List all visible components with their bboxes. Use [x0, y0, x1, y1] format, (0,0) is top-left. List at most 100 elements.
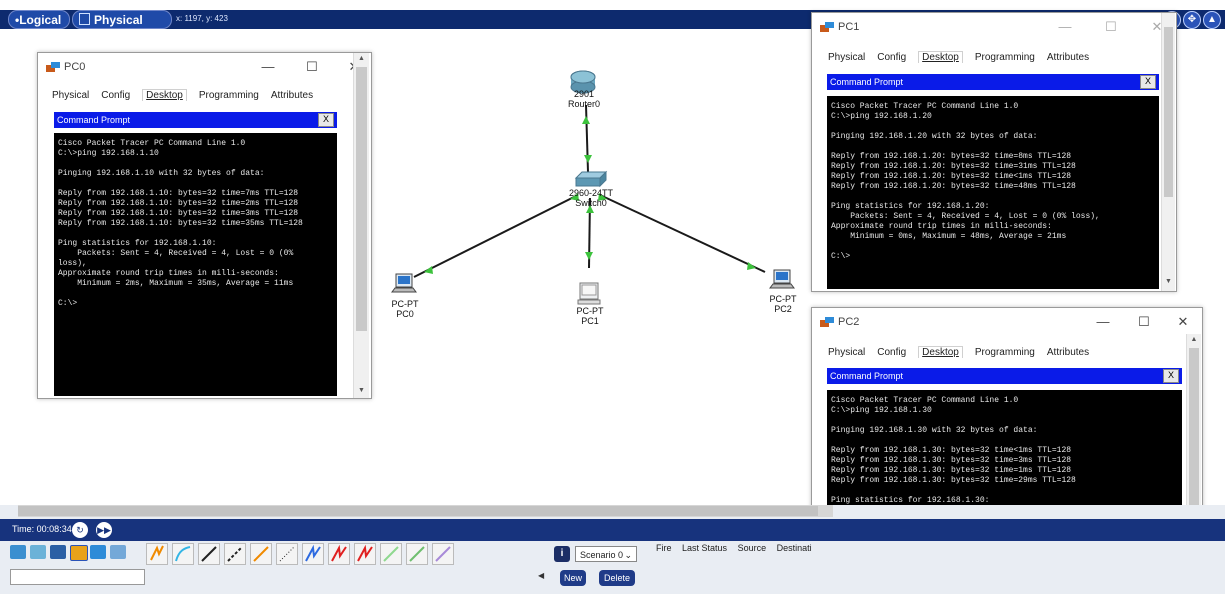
power-cycle-icon[interactable]: ↻ [72, 522, 88, 538]
cmd-close-button[interactable]: X [1140, 75, 1156, 89]
scroll-thumb[interactable] [1189, 348, 1199, 508]
scroll-left-icon[interactable]: ◀ [538, 571, 544, 580]
router0-node[interactable]: 2901 Router0 [568, 70, 600, 109]
pc0-name: PC0 [396, 309, 414, 319]
chevron-down-icon: ⌄ [624, 550, 632, 560]
cmd-close-button[interactable]: X [1163, 369, 1179, 383]
multiuser-icon[interactable] [110, 545, 126, 559]
tab-programming[interactable]: Programming [975, 52, 1035, 63]
pc0-window: PC0 — ☐ ✕ Physical Config Desktop Programmi… [37, 52, 372, 399]
close-button[interactable]: ✕ [1172, 314, 1194, 330]
cmd-title: Command Prompt [830, 77, 904, 87]
tab-physical[interactable]: Physical [828, 347, 865, 358]
workspace-hscrollbar[interactable] [18, 505, 833, 517]
tab-config[interactable]: Config [101, 90, 130, 101]
switch-name: Switch0 [575, 198, 607, 208]
tab-desktop[interactable]: Desktop [142, 89, 187, 101]
components-icon[interactable] [50, 545, 66, 559]
delete-scenario-button[interactable]: Delete [599, 570, 635, 586]
maximize-button[interactable]: ☐ [1100, 19, 1122, 35]
tab-physical[interactable]: Physical [828, 52, 865, 63]
info-icon[interactable]: i [554, 546, 570, 562]
misc-icon[interactable] [90, 545, 106, 559]
pc0-model: PC-PT [392, 299, 420, 309]
pc2-node[interactable]: PC-PT PC2 [769, 269, 798, 314]
phone-cable-icon[interactable] [276, 543, 298, 565]
tab-config[interactable]: Config [877, 52, 906, 63]
cmd-title: Command Prompt [830, 371, 904, 381]
fiber-cable-icon[interactable] [250, 543, 272, 565]
hscroll-thumb[interactable] [18, 506, 818, 516]
crossover-cable-icon[interactable] [224, 543, 246, 565]
maximize-button[interactable]: ☐ [1133, 314, 1155, 330]
tab-attributes[interactable]: Attributes [1047, 52, 1089, 63]
link-switch-pc2 [599, 194, 766, 273]
pc1-node[interactable]: PC-PT PC1 [577, 282, 605, 326]
window-tabs: Physical Config Desktop Programming Attribut… [52, 89, 325, 105]
window-tabs: Physical Config Desktop Programming Attribut… [828, 51, 1101, 67]
tab-desktop[interactable]: Desktop [918, 346, 963, 358]
network-devices-icon[interactable] [10, 545, 26, 559]
minimize-button[interactable]: — [1054, 19, 1076, 34]
window-title: PC0 [64, 61, 86, 73]
cmd-close-button[interactable]: X [318, 113, 334, 127]
col-source: Source [737, 543, 767, 553]
cmd-title: Command Prompt [57, 115, 131, 125]
scroll-up-icon[interactable]: ▲ [354, 55, 369, 62]
switch0-node[interactable]: 2960-24TT Switch0 [569, 170, 614, 208]
minimize-button[interactable]: — [257, 59, 279, 74]
pc0-console-output[interactable]: Cisco Packet Tracer PC Command Line 1.0 … [54, 133, 337, 396]
pc2-model: PC-PT [770, 294, 798, 304]
pc0-vscrollbar[interactable]: ▲ ▼ [353, 53, 369, 398]
maximize-button[interactable]: ☐ [301, 59, 323, 75]
octal-cable-icon[interactable] [380, 543, 402, 565]
console-cable-icon[interactable] [172, 543, 194, 565]
tab-attributes[interactable]: Attributes [1047, 347, 1089, 358]
tab-desktop[interactable]: Desktop [918, 51, 963, 63]
scroll-thumb[interactable] [356, 67, 367, 331]
tab-attributes[interactable]: Attributes [271, 90, 313, 101]
new-scenario-button[interactable]: New [560, 570, 586, 586]
tab-config[interactable]: Config [877, 347, 906, 358]
scroll-down-icon[interactable]: ▼ [354, 387, 369, 394]
pc-app-icon [46, 62, 60, 72]
serial-dte-cable-icon[interactable] [354, 543, 376, 565]
fast-forward-icon[interactable]: ▶▶ [96, 522, 112, 538]
auto-cable-icon[interactable] [146, 543, 168, 565]
connections-icon[interactable] [70, 545, 88, 561]
tab-physical[interactable]: Physical [52, 90, 89, 101]
pc0-node[interactable]: PC-PT PC0 [391, 273, 420, 319]
coaxial-cable-icon[interactable] [302, 543, 324, 565]
minimize-button[interactable]: — [1092, 314, 1114, 329]
link-switch-pc0 [413, 194, 579, 278]
link-up-marker [424, 266, 433, 274]
link-up-marker [747, 262, 756, 270]
scroll-down-icon[interactable]: ▼ [1162, 278, 1175, 285]
scenario-value: Scenario 0 [580, 550, 624, 560]
pc1-name: PC1 [581, 316, 599, 326]
iot-cable-icon[interactable] [406, 543, 428, 565]
scenario-select[interactable]: Scenario 0 ⌄ [575, 546, 637, 562]
col-destination: Destinati [776, 543, 812, 553]
command-prompt-titlebar: Command Prompt X [827, 368, 1182, 384]
pc1-console-output[interactable]: Cisco Packet Tracer PC Command Line 1.0 … [827, 96, 1159, 289]
link-up-marker [584, 155, 592, 163]
straight-cable-icon[interactable] [198, 543, 220, 565]
window-titlebar[interactable]: PC0 — ☐ ✕ [38, 53, 371, 83]
serial-dce-cable-icon[interactable] [328, 543, 350, 565]
command-prompt-titlebar: Command Prompt X [54, 112, 337, 128]
end-devices-icon[interactable] [30, 545, 46, 559]
link-up-marker [585, 252, 593, 260]
window-titlebar[interactable]: PC2 — ☐ ✕ [812, 308, 1202, 338]
scroll-up-icon[interactable]: ▲ [1187, 336, 1201, 343]
tab-programming[interactable]: Programming [975, 347, 1035, 358]
scroll-thumb[interactable] [1164, 27, 1173, 197]
tab-programming[interactable]: Programming [199, 90, 259, 101]
pc1-vscrollbar[interactable]: ▼ [1161, 13, 1175, 291]
time-bar: Time: 00:08:34 ↻ ▶▶ [0, 519, 1225, 541]
pc-app-icon [820, 317, 834, 327]
scenario-panel: i Scenario 0 ⌄ New Delete [547, 543, 647, 591]
window-titlebar[interactable]: PC1 — ☐ ✕ [812, 13, 1176, 43]
device-search-input[interactable] [10, 569, 145, 585]
usb-cable-icon[interactable] [432, 543, 454, 565]
